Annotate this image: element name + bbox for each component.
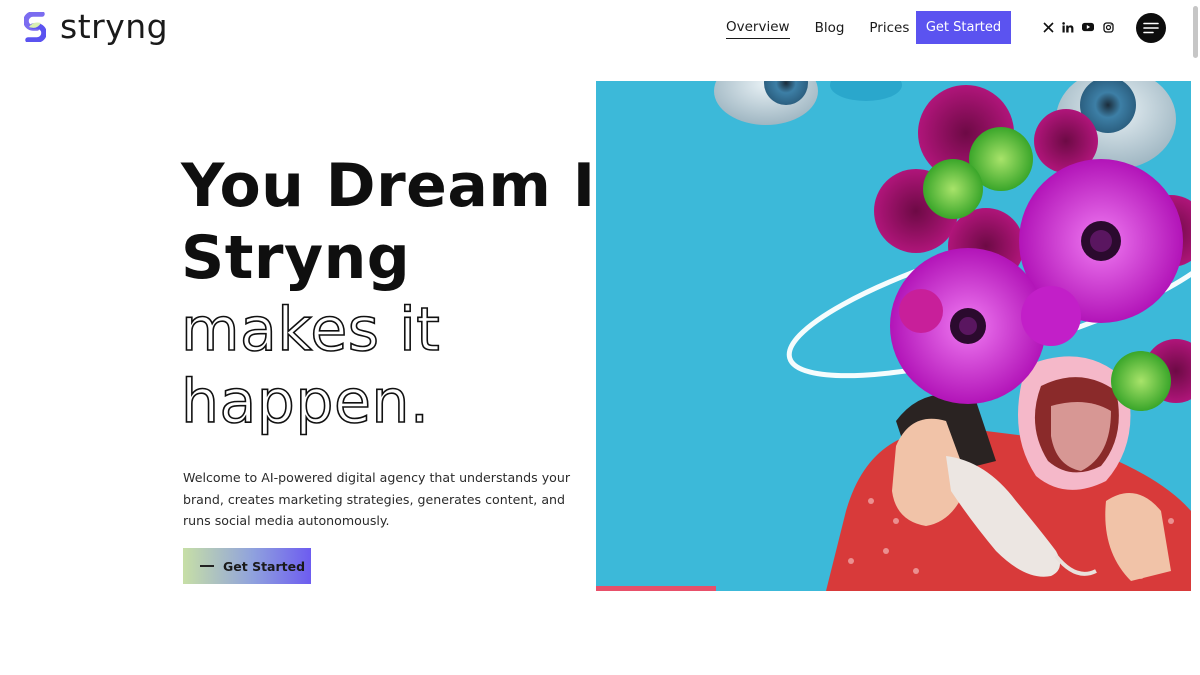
hero-get-started-button[interactable]: Get Started: [183, 548, 311, 584]
hero-intro-text: Welcome to AI-powered digital agency tha…: [183, 470, 571, 528]
nav-link-prices[interactable]: Prices: [869, 11, 909, 45]
page-scrollbar[interactable]: [1193, 6, 1198, 58]
hero-cta-label: Get Started: [223, 558, 306, 574]
youtube-icon[interactable]: [1082, 21, 1094, 33]
nav-link-overview[interactable]: Overview: [726, 17, 790, 39]
headline-line-1: You Dream It,: [181, 151, 649, 221]
x-icon[interactable]: [1042, 21, 1054, 33]
logo[interactable]: stryng: [24, 10, 168, 44]
hamburger-menu-icon[interactable]: [1136, 13, 1166, 43]
logo-mark-icon: [24, 12, 46, 42]
header-get-started-button[interactable]: Get Started: [916, 11, 1011, 44]
headline-line-4: happen.: [180, 366, 430, 438]
social-links: [1042, 21, 1122, 33]
hero-collage-image: [596, 81, 1191, 591]
main-nav: Overview Blog Prices: [726, 11, 934, 45]
dash-icon: [200, 565, 214, 567]
logo-text: stryng: [60, 7, 169, 46]
instagram-icon[interactable]: [1102, 21, 1114, 33]
site-header: stryng Overview Blog Prices Get Started: [0, 0, 1200, 60]
nav-link-blog[interactable]: Blog: [815, 11, 845, 45]
headline-line-3: makes it: [180, 294, 441, 366]
hero-headline: You Dream It, Stryng makes it happen.: [180, 150, 649, 438]
headline-line-2: Stryng: [181, 223, 411, 293]
linkedin-icon[interactable]: [1062, 21, 1074, 33]
